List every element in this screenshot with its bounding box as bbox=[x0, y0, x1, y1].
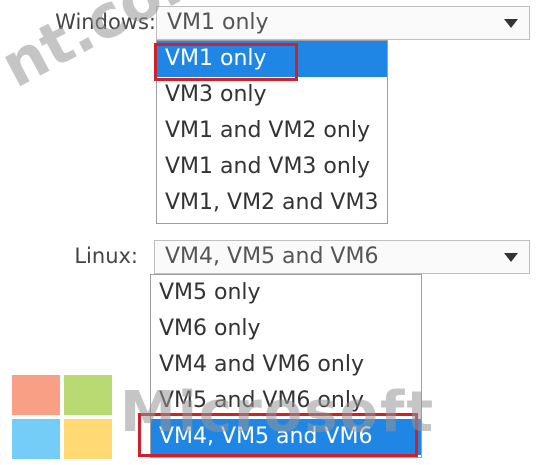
linux-label: Linux: bbox=[74, 244, 138, 268]
windows-option-5[interactable]: VM1, VM2 and VM3 bbox=[157, 185, 387, 221]
microsoft-logo-icon bbox=[12, 375, 112, 459]
chevron-down-icon[interactable] bbox=[493, 7, 529, 39]
windows-select[interactable]: VM1 only bbox=[156, 6, 530, 40]
linux-option-5[interactable]: VM4, VM5 and VM6 bbox=[151, 419, 421, 455]
linux-select[interactable]: VM4, VM5 and VM6 bbox=[154, 240, 530, 274]
linux-select-value: VM4, VM5 and VM6 bbox=[165, 244, 379, 269]
chevron-down-icon[interactable] bbox=[493, 241, 529, 273]
linux-option-2[interactable]: VM6 only bbox=[151, 311, 421, 347]
windows-option-2[interactable]: VM3 only bbox=[157, 77, 387, 113]
linux-option-1[interactable]: VM5 only bbox=[151, 275, 421, 311]
windows-option-3[interactable]: VM1 and VM2 only bbox=[157, 113, 387, 149]
windows-label: Windows: bbox=[55, 10, 156, 34]
linux-option-3[interactable]: VM4 and VM6 only bbox=[151, 347, 421, 383]
windows-option-4[interactable]: VM1 and VM3 only bbox=[157, 149, 387, 185]
windows-option-1[interactable]: VM1 only bbox=[157, 41, 387, 77]
linux-option-4[interactable]: VM5 and VM6 only bbox=[151, 383, 421, 419]
windows-dropdown-list: VM1 only VM3 only VM1 and VM2 only VM1 a… bbox=[156, 40, 388, 224]
linux-dropdown-list: VM5 only VM6 only VM4 and VM6 only VM5 a… bbox=[150, 274, 422, 458]
windows-select-value: VM1 only bbox=[167, 10, 269, 35]
